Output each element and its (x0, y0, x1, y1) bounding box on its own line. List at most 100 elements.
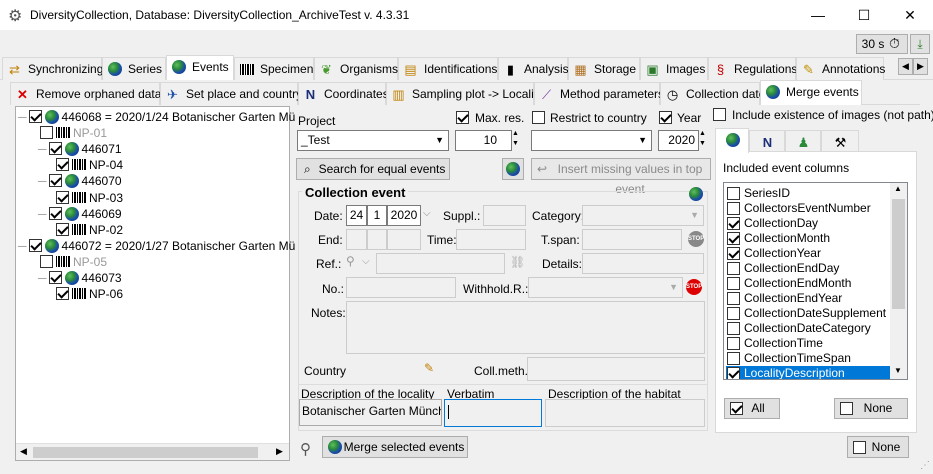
search-icon[interactable]: ⚲ (300, 440, 311, 458)
tab-storage[interactable]: ▦ Storage (568, 57, 640, 80)
tree-connector-icon[interactable]: ─ (18, 110, 27, 124)
timespan-input[interactable] (582, 229, 682, 250)
search-equal-events-button[interactable]: ⌕ Search for equal events (296, 158, 450, 180)
month-input[interactable]: 1 (367, 205, 387, 226)
column-checkbox[interactable] (727, 322, 740, 335)
tree-checkbox[interactable] (48, 142, 62, 156)
column-checkbox[interactable] (727, 217, 740, 230)
year-date-input[interactable]: 2020 (387, 205, 421, 226)
include-images-checkbox[interactable] (713, 108, 726, 121)
tab-series[interactable]: Series (102, 57, 166, 80)
tree-checkbox[interactable] (48, 206, 62, 220)
column-checkbox[interactable] (727, 337, 740, 350)
category-select[interactable]: ▼ (582, 205, 704, 226)
tree-event-row[interactable]: ─ 446068 = 2020/1/24 Botanischer Garten M… (18, 109, 295, 125)
tab-collection-date[interactable]: ◷ Collection date (660, 82, 765, 105)
column-list-item[interactable]: CollectionEndYear (726, 291, 842, 306)
tab-events[interactable]: Events (166, 55, 234, 80)
tab-panel-collectors[interactable]: ♟ (785, 130, 821, 153)
suppl-input[interactable] (483, 205, 526, 226)
tree-hscrollbar[interactable]: ◀ ▶ (16, 443, 289, 460)
tab-synchronizing[interactable]: ⇄ Synchronizing (2, 57, 103, 80)
tab-identifications[interactable]: ▤ Identifications (398, 57, 498, 80)
tree-specimen-row[interactable]: NP-06 (54, 286, 123, 302)
max-res-input[interactable]: 10 (455, 130, 512, 151)
column-checkbox[interactable] (727, 277, 740, 290)
calendar-chevron-icon[interactable]: ⌵ (423, 208, 431, 219)
tab-merge-events[interactable]: Merge events (760, 80, 862, 105)
link-icon[interactable]: ⛓ (510, 255, 525, 269)
tab-images[interactable]: ▣ Images (640, 57, 708, 80)
column-list-item[interactable]: CollectionDay (726, 216, 818, 231)
tab-sampling-plot[interactable]: ▥ Sampling plot -> Locality (386, 82, 543, 105)
notes-input[interactable] (346, 301, 705, 354)
coll-meth-input[interactable] (527, 357, 705, 381)
tab-organisms[interactable]: ❦ Organisms (314, 57, 398, 80)
column-list-item[interactable]: CollectionDateSupplement (726, 306, 886, 321)
insert-missing-values-button[interactable]: ↩ Insert missing values in top event (531, 158, 711, 196)
tab-remove-orphaned[interactable]: ✕ Remove orphaned data (10, 82, 161, 105)
list-vscrollbar[interactable]: ▲ ▼ (890, 183, 907, 379)
column-checkbox[interactable] (727, 307, 740, 320)
spin-down-icon[interactable]: ▼ (512, 140, 519, 147)
tree-specimen-row[interactable]: NP-02 (54, 222, 123, 238)
year-input[interactable]: 2020 (658, 130, 699, 151)
tree-specimen-row[interactable]: NP-05 (38, 254, 107, 270)
column-list-item[interactable]: CollectionTimeSpan (726, 351, 851, 366)
tree-connector-icon[interactable]: ─ (38, 271, 47, 285)
no-input[interactable] (346, 277, 456, 298)
column-list-item[interactable]: CollectionYear (726, 246, 821, 261)
column-checkbox[interactable] (727, 292, 740, 305)
tree-checkbox[interactable] (48, 174, 62, 188)
country-select[interactable]: ▼ (531, 130, 652, 151)
day-input[interactable]: 24 (346, 205, 367, 226)
select-none-button[interactable]: None (834, 398, 908, 419)
merge-selected-events-button[interactable]: Merge selected events (322, 436, 468, 458)
tree-checkbox[interactable] (48, 271, 62, 284)
save-download-button[interactable]: ⤓ (910, 34, 930, 54)
spin-up-icon[interactable]: ▲ (699, 130, 706, 137)
column-checkbox[interactable] (727, 187, 740, 200)
resize-grip-icon[interactable]: ⋰ (920, 460, 930, 471)
tree-checkbox[interactable] (56, 158, 69, 172)
time-input[interactable] (456, 229, 526, 250)
tab-panel-coordinates[interactable]: N (749, 130, 785, 153)
ref-chevron-icon[interactable]: ⌵ (362, 256, 370, 267)
tab-specimen[interactable]: Specimen (234, 57, 314, 80)
tree-specimen-row[interactable]: NP-04 (54, 157, 123, 173)
locality-input[interactable]: Botanischer Garten München (299, 399, 442, 426)
column-checkbox[interactable] (727, 232, 740, 245)
column-list-item[interactable]: CollectorsEventNumber (726, 201, 871, 216)
tab-panel-events[interactable] (715, 128, 749, 153)
column-list-item[interactable]: LocalityDescription (726, 366, 890, 379)
tab-method-parameters[interactable]: ⟋ Method parameters (534, 82, 664, 105)
globe-button[interactable] (502, 158, 524, 180)
column-checkbox[interactable] (727, 202, 740, 215)
tree-event-row[interactable]: ─ 446070 (38, 173, 122, 189)
tree-event-row[interactable]: ─ 446071 (38, 141, 122, 157)
spin-up-icon[interactable]: ▲ (512, 130, 519, 137)
tab-coordinates[interactable]: N Coordinates (298, 82, 389, 105)
scroll-thumb[interactable] (33, 447, 258, 458)
column-checkbox[interactable] (727, 262, 740, 275)
event-tree[interactable]: ─ 446068 = 2020/1/24 Botanischer Garten M… (15, 106, 295, 461)
tree-event-row[interactable]: ─ 446073 (38, 270, 122, 286)
tree-specimen-row[interactable]: NP-03 (54, 190, 123, 206)
column-list-item[interactable]: CollectionEndDay (726, 261, 839, 276)
tree-checkbox[interactable] (28, 238, 42, 252)
pencil-icon[interactable]: ✎ (424, 361, 434, 375)
tab-scroll-right-button[interactable]: ▶ (913, 58, 928, 75)
column-checkbox[interactable] (727, 352, 740, 365)
restrict-country-checkbox[interactable] (532, 111, 545, 124)
timer-button[interactable]: 30 s (856, 34, 908, 54)
tree-checkbox[interactable] (40, 254, 53, 268)
project-select[interactable]: _Test ▼ (297, 130, 449, 151)
end-year-input[interactable] (387, 229, 421, 250)
habitat-input[interactable] (545, 399, 705, 427)
end-month-input[interactable] (367, 229, 387, 250)
year-checkbox[interactable] (659, 111, 672, 124)
none-button[interactable]: None (847, 436, 909, 458)
tree-connector-icon[interactable]: ─ (38, 142, 47, 156)
tree-event-row[interactable]: ─ 446069 (38, 206, 122, 222)
withhold-select[interactable]: ▼ (528, 277, 683, 298)
